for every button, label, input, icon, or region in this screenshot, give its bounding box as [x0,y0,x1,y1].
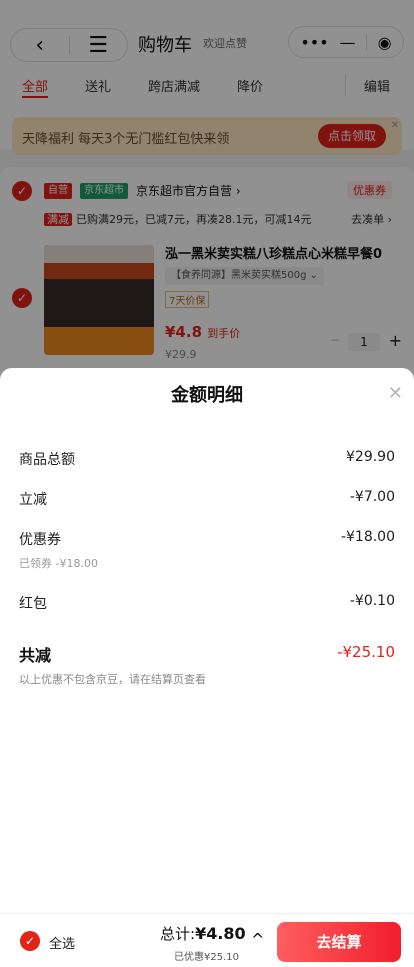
select-all-label[interactable]: 全选 [49,933,75,952]
sheet-title: 金额明细 [171,385,243,406]
checkout-bar: ✓ 全选 总计:¥4.80 已优惠¥25.10 ^ 去结算 [0,913,414,967]
discount-note: 以上优惠不包含京豆，请在结算页查看 [19,673,206,686]
row-coupon-value: -¥18.00 [340,529,395,545]
chevron-up-icon[interactable]: ^ [251,930,264,949]
row-coupon-sub: 已领券 -¥18.00 [19,557,98,570]
row-discount-label: 立减 [19,492,47,508]
row-red-packet-value: -¥0.10 [349,593,395,609]
total-amount: 总计:¥4.80 [160,924,246,943]
amount-detail-sheet: 金额明细 ✕ 商品总额 ¥29.90 立减 -¥7.00 优惠券 -¥18.00… [0,368,414,967]
row-discount-value: -¥7.00 [349,489,395,505]
total-discount-value: -¥25.10 [337,643,395,661]
select-all-checkbox[interactable]: ✓ [20,931,40,951]
row-coupon-label: 优惠券 [19,532,61,548]
checkout-button[interactable]: 去结算 [277,922,401,962]
row-goods-total-value: ¥29.90 [346,449,395,465]
saved-amount: 已优惠¥25.10 [174,952,239,963]
row-red-packet-label: 红包 [19,596,47,612]
total-discount-label: 共减 [19,646,52,665]
row-goods-total-label: 商品总额 [19,452,75,468]
close-icon[interactable]: ✕ [388,383,403,404]
